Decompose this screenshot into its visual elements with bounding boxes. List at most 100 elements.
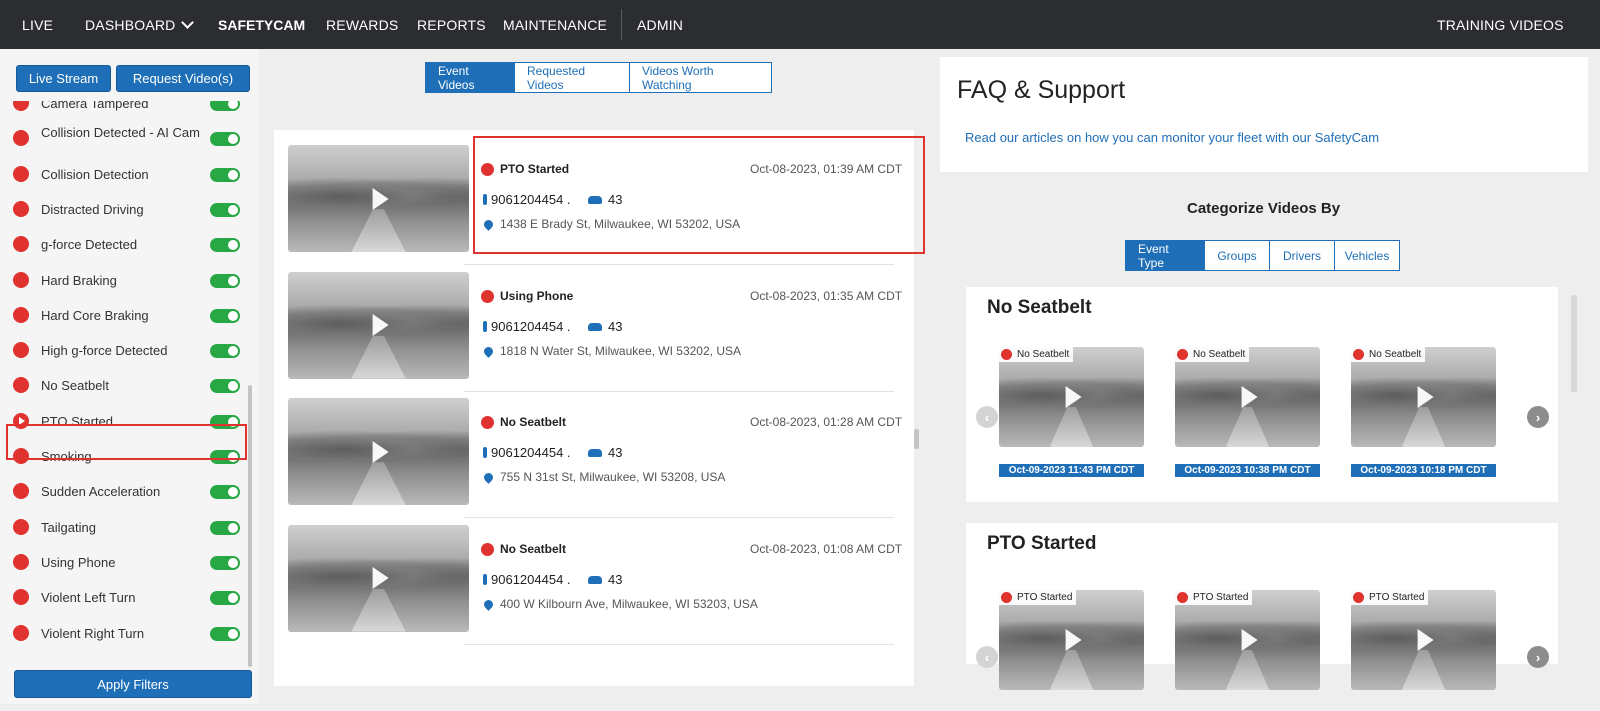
category-video-card[interactable]: PTO Started — [1351, 590, 1496, 711]
request-videos-button[interactable]: Request Video(s) — [116, 65, 250, 92]
category-video-card[interactable]: No SeatbeltOct-09-2023 10:38 PM CDT43 — [1175, 347, 1320, 479]
vehicle-icon — [588, 449, 602, 457]
video-thumbnail[interactable] — [1351, 590, 1496, 690]
nav-admin[interactable]: ADMIN — [637, 17, 683, 33]
filter-toggle[interactable] — [210, 273, 240, 288]
category-video-card[interactable]: PTO Started — [1175, 590, 1320, 711]
play-icon[interactable] — [372, 314, 389, 336]
video-thumbnail[interactable] — [288, 398, 469, 505]
video-thumbnail[interactable] — [999, 347, 1144, 447]
filter-row[interactable]: Hard Braking — [0, 266, 252, 300]
selected-event-highlight — [473, 136, 925, 254]
filter-row[interactable]: Violent Left Turn — [0, 583, 252, 617]
event-type-icon — [13, 342, 29, 359]
video-thumbnail[interactable] — [1175, 590, 1320, 690]
nav-reports[interactable]: REPORTS — [417, 17, 486, 33]
video-thumbnail[interactable] — [999, 590, 1144, 690]
filter-row[interactable]: Collision Detected - AI Cam — [0, 124, 252, 158]
filter-row[interactable]: Sudden Acceleration — [0, 477, 252, 511]
filter-toggle[interactable] — [210, 379, 240, 394]
play-icon[interactable] — [372, 567, 389, 589]
play-icon[interactable] — [1417, 386, 1434, 408]
video-thumbnail[interactable] — [1175, 347, 1320, 447]
filter-toggle[interactable] — [210, 591, 240, 606]
filter-row[interactable]: Collision Detection — [0, 160, 252, 194]
faq-articles-link[interactable]: Read our articles on how you can monitor… — [965, 130, 1379, 145]
filter-toggle[interactable] — [210, 132, 240, 147]
filter-row[interactable]: g-force Detected — [0, 230, 252, 264]
play-icon[interactable] — [1417, 629, 1434, 651]
filter-row[interactable]: High g-force Detected — [0, 336, 252, 370]
tab-videos-worth-watching[interactable]: Videos Worth Watching — [629, 62, 772, 93]
nav-safetycam[interactable]: SAFETYCAM — [218, 17, 305, 33]
live-stream-button[interactable]: Live Stream — [16, 65, 111, 92]
carousel-next-button[interactable]: › — [1527, 646, 1549, 668]
event-video-card[interactable]: No Seatbelt Oct-08-2023, 01:08 AM CDT 90… — [274, 522, 914, 650]
filter-label: Using Phone — [41, 554, 116, 570]
play-icon[interactable] — [1241, 629, 1258, 651]
top-nav: LIVE DASHBOARD SAFETYCAM REWARDS REPORTS… — [0, 0, 1600, 49]
vehicle-icon — [588, 322, 602, 331]
carousel-prev-button[interactable]: ‹ — [976, 406, 998, 428]
filter-row[interactable]: No Seatbelt — [0, 371, 252, 405]
filter-row[interactable]: Camera Tampered — [0, 101, 252, 123]
play-icon[interactable] — [1241, 386, 1258, 408]
play-icon[interactable] — [372, 440, 389, 463]
video-date: Oct-09-2023 11:43 PM CDT — [999, 464, 1144, 477]
tab-event-videos[interactable]: Event Videos — [425, 62, 515, 93]
nav-live[interactable]: LIVE — [22, 17, 53, 33]
carousel-prev-button[interactable]: ‹ — [976, 646, 998, 668]
category-video-card[interactable]: No SeatbeltOct-09-2023 11:43 PM CDT43 — [999, 347, 1144, 479]
category-scrollbar[interactable] — [1571, 295, 1577, 392]
tab-requested-videos[interactable]: Requested Videos — [514, 62, 630, 93]
category-video-card[interactable]: No SeatbeltOct-09-2023 10:18 PM CDT43 — [1351, 347, 1496, 479]
nav-dashboard[interactable]: DASHBOARD — [85, 16, 195, 33]
nav-rewards[interactable]: REWARDS — [326, 17, 398, 33]
event-list-scrollbar[interactable] — [914, 429, 919, 449]
tab-groups[interactable]: Groups — [1204, 240, 1270, 271]
tab-vehicles[interactable]: Vehicles — [1334, 240, 1400, 271]
filter-toggle[interactable] — [210, 101, 240, 111]
filter-toggle[interactable] — [210, 238, 240, 253]
filter-toggle[interactable] — [210, 626, 240, 641]
filter-toggle[interactable] — [210, 167, 240, 182]
filter-toggle[interactable] — [210, 308, 240, 323]
event-type-icon — [13, 236, 29, 253]
filter-toggle[interactable] — [210, 555, 240, 570]
section-title: PTO Started — [987, 533, 1097, 554]
apply-filters-button[interactable]: Apply Filters — [14, 670, 252, 698]
filter-row[interactable]: Violent Right Turn — [0, 619, 252, 653]
filter-toggle[interactable] — [210, 344, 240, 359]
event-title: No Seatbelt — [500, 541, 567, 556]
nav-training-videos[interactable]: TRAINING VIDEOS — [1437, 17, 1564, 33]
tab-drivers[interactable]: Drivers — [1269, 240, 1335, 271]
play-icon[interactable] — [1065, 629, 1082, 651]
play-icon[interactable] — [1065, 386, 1082, 408]
categorize-title: Categorize Videos By — [1187, 200, 1341, 217]
filter-row[interactable]: Using Phone — [0, 548, 252, 582]
play-icon[interactable] — [372, 187, 389, 210]
event-video-card[interactable]: No Seatbelt Oct-08-2023, 01:28 AM CDT 90… — [274, 395, 914, 523]
filter-toggle[interactable] — [210, 520, 240, 535]
carousel-next-button[interactable]: › — [1527, 406, 1549, 428]
tab-event-type[interactable]: Event Type — [1125, 240, 1205, 271]
filter-toggle[interactable] — [210, 202, 240, 217]
nav-maintenance[interactable]: MAINTENANCE — [503, 17, 607, 33]
filter-row[interactable]: Tailgating — [0, 513, 252, 547]
event-type-icon — [1353, 592, 1364, 603]
categorize-tabs: Event Type Groups Drivers Vehicles — [1125, 240, 1400, 271]
event-type-icon — [1177, 592, 1188, 603]
filter-row[interactable]: Hard Core Braking — [0, 301, 252, 335]
video-thumbnail[interactable] — [288, 524, 469, 632]
event-type-icon — [481, 289, 494, 303]
filter-toggle[interactable] — [210, 485, 240, 500]
filter-scrollbar[interactable] — [248, 385, 252, 667]
driver-icon — [483, 573, 487, 585]
driver-id: 9061204454 . — [491, 445, 571, 460]
video-thumbnail[interactable] — [288, 271, 469, 379]
filter-row[interactable]: Distracted Driving — [0, 195, 252, 229]
video-thumbnail[interactable] — [288, 145, 469, 252]
category-video-card[interactable]: PTO Started — [999, 590, 1144, 711]
video-thumbnail[interactable] — [1351, 347, 1496, 447]
event-video-card[interactable]: Using Phone Oct-08-2023, 01:35 AM CDT 90… — [274, 269, 914, 397]
